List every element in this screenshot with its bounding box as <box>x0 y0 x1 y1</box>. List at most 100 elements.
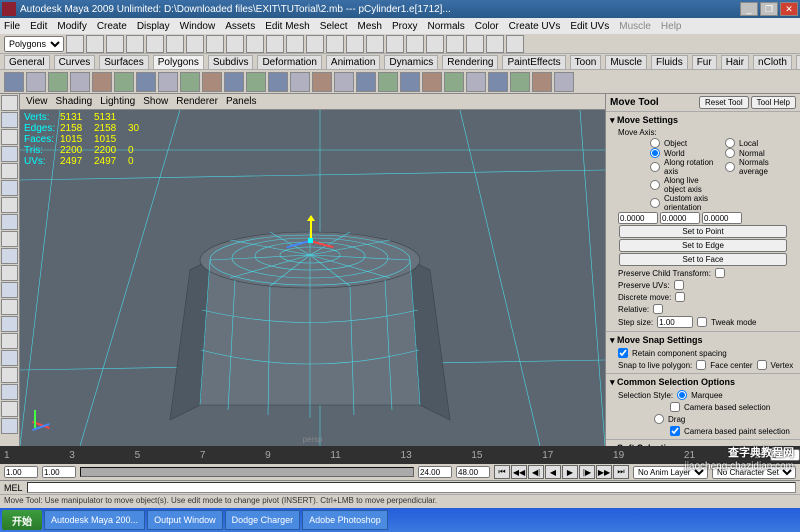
shelf-tab-curves[interactable]: Curves <box>54 55 96 69</box>
toolbar-icon[interactable] <box>126 35 144 53</box>
menu-file[interactable]: File <box>4 21 20 32</box>
shelf-icon[interactable] <box>400 72 420 92</box>
axis-radio[interactable] <box>725 148 735 158</box>
shelf-icon[interactable] <box>334 72 354 92</box>
menu-proxy[interactable]: Proxy <box>392 21 418 32</box>
shelf-tab-custom[interactable]: Custom <box>796 55 800 69</box>
toolbar-icon[interactable] <box>426 35 444 53</box>
axis-radio[interactable] <box>650 138 660 148</box>
vp-menu-panels[interactable]: Panels <box>226 96 257 107</box>
viewport[interactable]: Verts:51315131Edges:2158215830Faces:1015… <box>20 110 605 446</box>
vp-menu-lighting[interactable]: Lighting <box>100 96 135 107</box>
menu-mesh[interactable]: Mesh <box>357 21 381 32</box>
toolbar-icon[interactable] <box>166 35 184 53</box>
toolbar-icon[interactable] <box>146 35 164 53</box>
axis-y-field[interactable] <box>660 212 700 224</box>
prev-key-button[interactable]: ◀| <box>528 465 544 479</box>
toolbox-icon[interactable] <box>1 401 18 417</box>
toolbar-icon[interactable] <box>486 35 504 53</box>
toolbar-icon[interactable] <box>406 35 424 53</box>
toolbar-icon[interactable] <box>346 35 364 53</box>
preserve-uv-check[interactable] <box>674 280 684 290</box>
toolbox-icon[interactable] <box>1 231 18 247</box>
toolbar-icon[interactable] <box>246 35 264 53</box>
shelf-tab-deformation[interactable]: Deformation <box>257 55 321 69</box>
shelf-icon[interactable] <box>488 72 508 92</box>
shelf-tab-polygons[interactable]: Polygons <box>153 55 204 69</box>
time-slider[interactable]: 1357911131517192123 <box>0 446 800 464</box>
reset-tool-button[interactable]: Reset Tool <box>699 96 749 109</box>
toolbar-icon[interactable] <box>186 35 204 53</box>
go-end-button[interactable]: ⏭ <box>613 465 629 479</box>
cam-sel-check[interactable] <box>670 402 680 412</box>
toolbar-icon[interactable] <box>106 35 124 53</box>
shelf-tab-animation[interactable]: Animation <box>326 55 380 69</box>
menu-select[interactable]: Select <box>320 21 348 32</box>
shelf-icon[interactable] <box>202 72 222 92</box>
shelf-tab-surfaces[interactable]: Surfaces <box>99 55 148 69</box>
axis-y[interactable] <box>310 216 312 240</box>
shelf-icon[interactable] <box>180 72 200 92</box>
toolbox-icon[interactable] <box>1 282 18 298</box>
toolbox-icon[interactable] <box>1 129 18 145</box>
toolbar-icon[interactable] <box>466 35 484 53</box>
shelf-tab-ncloth[interactable]: nCloth <box>753 55 792 69</box>
axis-radio[interactable] <box>650 162 660 172</box>
preserve-child-check[interactable] <box>715 268 725 278</box>
menu-normals[interactable]: Normals <box>428 21 465 32</box>
menu-color[interactable]: Color <box>475 21 499 32</box>
section-common-sel[interactable]: Common Selection Options <box>610 376 796 389</box>
toolbox-icon[interactable] <box>1 350 18 366</box>
shelf-icon[interactable] <box>114 72 134 92</box>
next-key-button[interactable]: |▶ <box>579 465 595 479</box>
play-button[interactable]: ▶ <box>562 465 578 479</box>
toolbox-icon[interactable] <box>1 214 18 230</box>
toolbar-icon[interactable] <box>206 35 224 53</box>
toolbar-icon[interactable] <box>366 35 384 53</box>
shelf-icon[interactable] <box>4 72 24 92</box>
menu-display[interactable]: Display <box>137 21 170 32</box>
shelf-icon[interactable] <box>92 72 112 92</box>
shelf-icon[interactable] <box>290 72 310 92</box>
shelf-tab-general[interactable]: General <box>4 55 50 69</box>
toolbox-icon[interactable] <box>1 265 18 281</box>
shelf-tab-hair[interactable]: Hair <box>721 55 749 69</box>
toolbar-icon[interactable] <box>286 35 304 53</box>
toolbox-icon[interactable] <box>1 95 18 111</box>
range-slider-bar[interactable] <box>80 467 414 477</box>
shelf-icon[interactable] <box>356 72 376 92</box>
vp-menu-view[interactable]: View <box>26 96 48 107</box>
step-back-button[interactable]: ◀◀ <box>511 465 527 479</box>
rewind-button[interactable]: ⏮ <box>494 465 510 479</box>
axis-radio[interactable] <box>725 162 735 172</box>
shelf-icon[interactable] <box>444 72 464 92</box>
toolbox-icon[interactable] <box>1 248 18 264</box>
shelf-tab-fur[interactable]: Fur <box>692 55 717 69</box>
menu-muscle[interactable]: Muscle <box>619 21 651 32</box>
set-to-point-button[interactable]: Set to Point <box>619 225 786 238</box>
toolbar-icon[interactable] <box>66 35 84 53</box>
range-end-field[interactable] <box>456 466 490 478</box>
minimize-button[interactable]: _ <box>740 2 758 16</box>
shelf-tab-rendering[interactable]: Rendering <box>442 55 498 69</box>
axis-z-field[interactable] <box>702 212 742 224</box>
discrete-check[interactable] <box>675 292 685 302</box>
menu-edit-uvs[interactable]: Edit UVs <box>570 21 609 32</box>
toolbox-icon[interactable] <box>1 316 18 332</box>
drag-radio[interactable] <box>654 414 664 424</box>
axis-radio[interactable] <box>650 180 660 190</box>
vertex-check[interactable] <box>757 360 767 370</box>
shelf-icon[interactable] <box>510 72 530 92</box>
step-fwd-button[interactable]: ▶▶ <box>596 465 612 479</box>
menu-create-uvs[interactable]: Create UVs <box>509 21 561 32</box>
shelf-icon[interactable] <box>246 72 266 92</box>
toolbar-icon[interactable] <box>86 35 104 53</box>
menu-edit[interactable]: Edit <box>30 21 47 32</box>
menu-edit-mesh[interactable]: Edit Mesh <box>265 21 309 32</box>
mel-input[interactable] <box>27 482 796 493</box>
toolbar-icon[interactable] <box>326 35 344 53</box>
section-move-settings[interactable]: Move Settings <box>610 114 796 127</box>
menu-help[interactable]: Help <box>661 21 682 32</box>
menu-modify[interactable]: Modify <box>57 21 86 32</box>
range-in-field[interactable] <box>42 466 76 478</box>
